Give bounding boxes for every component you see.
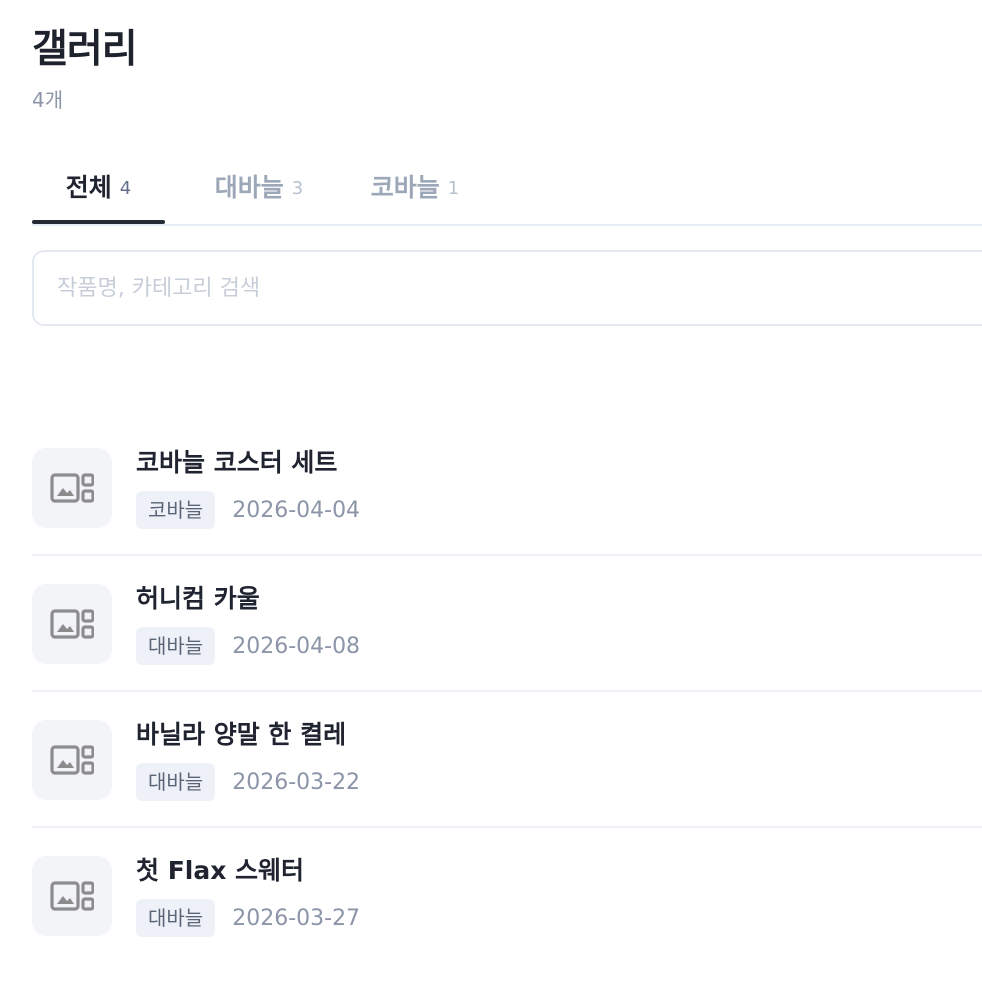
item-meta: 대바늘 2026-04-08: [136, 626, 360, 666]
tab-all[interactable]: 전체 4: [32, 148, 165, 224]
item-date: 2026-04-04: [232, 497, 361, 523]
image-placeholder-icon: [32, 584, 112, 664]
tab-count: 4: [119, 177, 132, 199]
item-date: 2026-03-27: [232, 905, 361, 931]
search-box: [32, 250, 982, 326]
list-item[interactable]: 첫 Flax 스웨터 대바늘 2026-03-27: [32, 826, 982, 962]
gallery-list: 코바늘 코스터 세트 코바늘 2026-04-04 허니컴 카울 대바늘 202…: [32, 420, 982, 962]
active-tab-indicator: [32, 220, 165, 224]
list-item[interactable]: 허니컴 카울 대바늘 2026-04-08: [32, 554, 982, 690]
tab-knitting[interactable]: 대바늘 3: [184, 148, 334, 224]
item-meta: 대바늘 2026-03-27: [136, 898, 360, 938]
tab-label: 전체: [65, 173, 112, 202]
search-input[interactable]: [57, 269, 957, 307]
item-title: 바닐라 양말 한 켤레: [136, 720, 347, 749]
item-title: 코바늘 코스터 세트: [136, 448, 338, 477]
tab-divider: [32, 224, 982, 226]
item-meta: 코바늘 2026-04-04: [136, 490, 360, 530]
image-placeholder-icon: [32, 720, 112, 800]
image-placeholder-icon: [32, 856, 112, 936]
tab-label: 대바늘: [214, 173, 284, 202]
list-item[interactable]: 바닐라 양말 한 켤레 대바늘 2026-03-22: [32, 690, 982, 826]
image-placeholder-icon: [32, 448, 112, 528]
tab-label: 코바늘: [370, 173, 440, 202]
item-count: 4개: [32, 88, 64, 112]
tab-crochet[interactable]: 코바늘 1: [340, 148, 490, 224]
item-meta: 대바늘 2026-03-22: [136, 762, 360, 802]
gallery-page: 갤러리 4개 전체 4 대바늘 3 코바늘 1 작품명, 카테고리 검색 코바늘…: [32, 0, 982, 994]
category-badge: 코바늘: [136, 491, 216, 529]
item-date: 2026-03-22: [232, 769, 361, 795]
category-badge: 대바늘: [136, 627, 216, 665]
tab-count: 3: [291, 177, 304, 199]
item-title: 첫 Flax 스웨터: [136, 856, 305, 885]
item-title: 허니컴 카울: [136, 584, 260, 613]
item-date: 2026-04-08: [232, 633, 361, 659]
page-title: 갤러리: [32, 27, 138, 72]
category-badge: 대바늘: [136, 763, 216, 801]
category-badge: 대바늘: [136, 899, 216, 937]
tab-count: 1: [447, 177, 460, 199]
category-tabs: 전체 4 대바늘 3 코바늘 1: [32, 148, 982, 226]
list-item[interactable]: 코바늘 코스터 세트 코바늘 2026-04-04: [32, 420, 982, 554]
